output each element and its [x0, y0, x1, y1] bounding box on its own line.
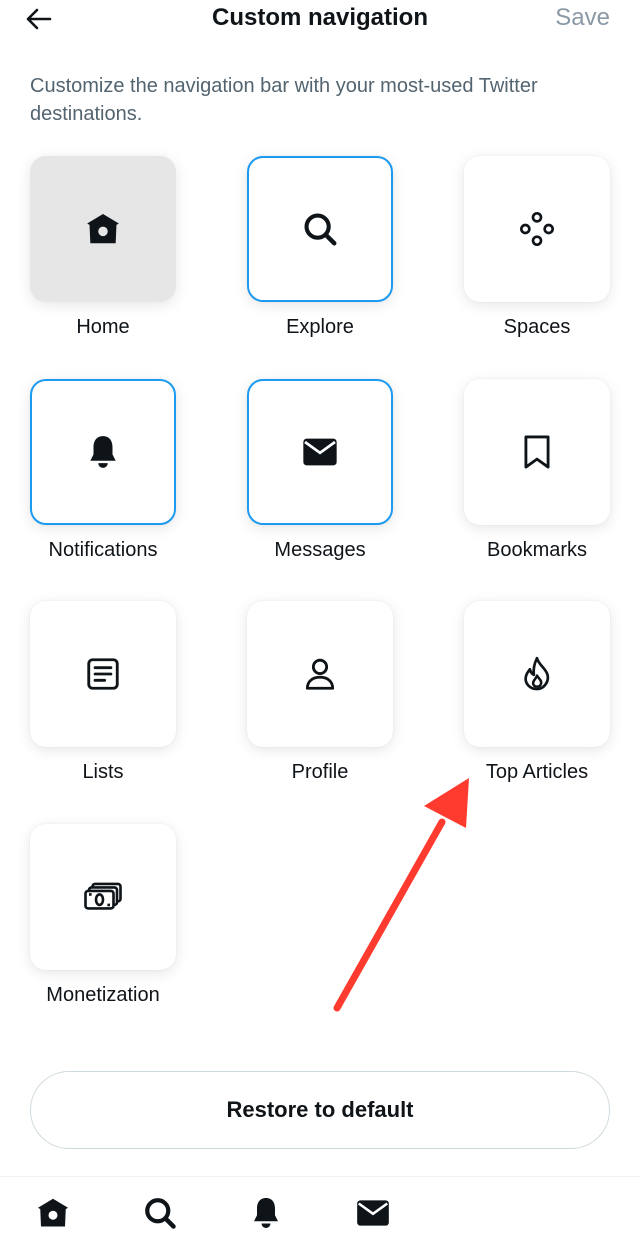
tile-label: Monetization	[46, 984, 160, 1006]
tile-label: Top Articles	[485, 761, 589, 783]
bottom-nav-search[interactable]	[140, 1193, 180, 1233]
bottom-navigation-bar	[0, 1176, 640, 1241]
tile-lists-button[interactable]	[30, 601, 176, 747]
person-icon	[305, 658, 335, 690]
tile-spaces: Spaces	[447, 156, 627, 339]
tile-notifications-button[interactable]	[30, 379, 176, 525]
bookmark-icon	[524, 435, 550, 469]
description-text: Customize the navigation bar with your m…	[30, 75, 538, 125]
home-icon	[87, 213, 119, 244]
tile-label: Messages	[274, 539, 366, 561]
flame-icon	[524, 656, 550, 691]
tile-messages-button[interactable]	[247, 379, 393, 525]
tile-label: Lists	[82, 761, 124, 783]
envelope-icon	[357, 1200, 389, 1226]
tile-label: Notifications	[48, 539, 158, 561]
bell-icon	[254, 1198, 278, 1228]
tile-lists: Lists	[13, 601, 193, 784]
spaces-icon	[519, 211, 555, 247]
tile-monetization: Monetization	[13, 824, 193, 1007]
tile-label: Profile	[291, 761, 349, 783]
restore-default-button[interactable]: Restore to default	[30, 1071, 610, 1149]
tile-notifications: Notifications	[13, 379, 193, 562]
bottom-nav-messages[interactable]	[353, 1193, 393, 1233]
tile-bookmarks-button[interactable]	[464, 379, 610, 525]
tile-monetization-button[interactable]	[30, 824, 176, 970]
tile-label: Spaces	[503, 316, 571, 338]
money-icon	[84, 882, 122, 910]
bottom-nav-home[interactable]	[33, 1193, 73, 1233]
header: Custom navigation Save	[0, 0, 640, 40]
tile-top-articles: Top Articles	[447, 601, 627, 784]
envelope-icon	[303, 438, 337, 466]
tile-label: Home	[76, 316, 130, 338]
tile-explore: Explore	[230, 156, 410, 339]
search-icon	[145, 1198, 176, 1229]
page-title: Custom navigation	[211, 4, 428, 31]
tile-profile-button[interactable]	[247, 601, 393, 747]
tile-label: Explore	[286, 316, 354, 338]
tile-explore-button[interactable]	[247, 156, 393, 302]
list-icon	[87, 658, 119, 690]
tile-home: Home	[13, 156, 193, 339]
tile-spaces-button[interactable]	[464, 156, 610, 302]
search-icon	[304, 213, 337, 246]
bottom-nav-notifications[interactable]	[246, 1193, 286, 1233]
save-button[interactable]: Save	[555, 4, 610, 32]
home-icon	[38, 1198, 68, 1227]
tile-home-button[interactable]	[30, 156, 176, 302]
tile-bookmarks: Bookmarks	[447, 379, 627, 562]
tile-profile: Profile	[230, 601, 410, 784]
bell-icon	[90, 436, 116, 468]
tile-label: Bookmarks	[486, 539, 588, 561]
tile-top-articles-button[interactable]	[464, 601, 610, 747]
tile-messages: Messages	[230, 379, 410, 562]
